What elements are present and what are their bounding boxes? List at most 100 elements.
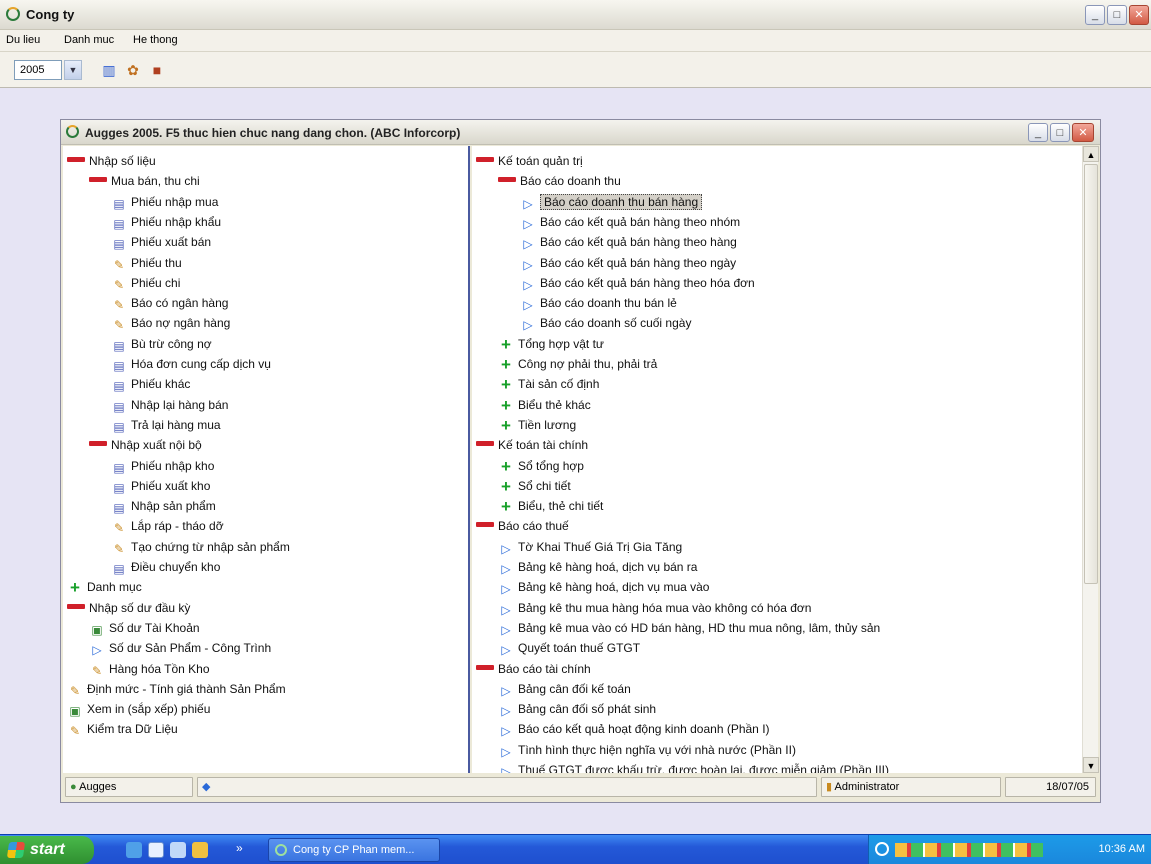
left-tree-node[interactable]: ▤ Phiếu nhập khẩu — [111, 213, 221, 231]
start-button[interactable]: start — [0, 836, 94, 864]
scroll-up-icon[interactable]: ▲ — [1083, 146, 1099, 162]
expand-icon[interactable]: + — [498, 417, 514, 434]
right-tree-node[interactable]: ▷ Thuế GTGT được khấu trừ, được hoàn lại,… — [498, 761, 889, 773]
chevron-down-icon[interactable]: ▼ — [64, 60, 82, 80]
scroll-down-icon[interactable]: ▼ — [1083, 757, 1099, 773]
expand-icon[interactable]: + — [498, 356, 514, 373]
left-tree-node[interactable]: ▤ Bù trừ công nợ — [111, 335, 211, 353]
right-tree-node[interactable]: + Biểu, thẻ chi tiết — [498, 497, 603, 515]
expand-icon[interactable]: + — [67, 579, 83, 596]
expand-icon[interactable]: + — [498, 458, 514, 475]
left-tree-node[interactable]: ▤ Trả lại hàng mua — [111, 416, 220, 434]
left-tree-node[interactable]: ✎ Báo nợ ngân hàng — [111, 314, 230, 332]
collapse-icon[interactable] — [498, 177, 516, 183]
maximize-button[interactable]: □ — [1107, 5, 1127, 25]
child-maximize-button[interactable]: □ — [1050, 123, 1070, 142]
left-tree-node[interactable]: Nhập xuất nội bộ — [89, 436, 202, 454]
right-tree-node[interactable]: ▷ Tình hình thực hiện nghĩa vụ với nhà nư… — [498, 741, 796, 759]
right-tree-node[interactable]: ▷ Báo cáo kết quả bán hàng theo nhóm — [520, 213, 740, 231]
child-minimize-button[interactable]: _ — [1028, 123, 1048, 142]
right-tree-node[interactable]: + Tài sản cố định — [498, 375, 599, 393]
notepad-icon[interactable] — [170, 842, 186, 858]
left-tree-node[interactable]: ▤ Phiếu khác — [111, 375, 190, 393]
vertical-scrollbar[interactable]: ▲ ▼ — [1082, 146, 1099, 773]
collapse-icon[interactable] — [67, 157, 85, 162]
collapse-icon[interactable] — [476, 522, 494, 528]
right-tree-node[interactable]: ▷ Báo cáo kết quả bán hàng theo hàng — [520, 233, 736, 251]
left-tree-node[interactable]: + Danh mục — [67, 578, 142, 596]
left-tree-node[interactable]: ▣ Xem in (sắp xếp) phiếu — [67, 700, 210, 718]
right-tree-node[interactable]: ▷ Bảng cân đối số phát sinh — [498, 700, 656, 718]
left-tree-node[interactable]: ✎ Hàng hóa Tồn Kho — [89, 660, 210, 678]
collapse-icon[interactable] — [476, 441, 494, 447]
left-tree-node[interactable]: ▤ Phiếu nhập kho — [111, 457, 214, 475]
scroll-thumb[interactable] — [1084, 164, 1098, 584]
taskbar-item-cong-ty[interactable]: Cong ty CP Phan mem... — [268, 838, 440, 862]
book-icon[interactable]: ▥ — [100, 62, 118, 78]
left-tree-node[interactable]: ▤ Nhập lại hàng bán — [111, 396, 228, 414]
left-tree-node[interactable]: ✎ Phiếu chi — [111, 274, 180, 292]
right-tree-node[interactable]: + Công nợ phải thu, phải trả — [498, 355, 657, 373]
right-tree-node[interactable]: Kế toán tài chính — [476, 436, 588, 454]
right-tree-node[interactable]: Báo cáo doanh thu — [498, 172, 621, 190]
right-tree-node[interactable]: ▷ Báo cáo kết quả bán hàng theo ngày — [520, 254, 736, 272]
expand-icon[interactable]: + — [498, 478, 514, 495]
left-tree-node[interactable]: ▤ Nhập sản phẩm — [111, 497, 215, 515]
menu-danh-muc[interactable]: Danh muc — [64, 34, 114, 46]
left-tree-node[interactable]: ✎ Phiếu thu — [111, 254, 182, 272]
minimize-button[interactable]: _ — [1085, 5, 1105, 25]
left-tree-node[interactable]: Nhập số dư đầu kỳ — [67, 599, 190, 617]
right-tree-node[interactable]: ▷ Bảng kê hàng hoá, dịch vụ mua vào — [498, 578, 709, 596]
chevron-right-icon[interactable]: » — [236, 841, 243, 855]
left-tree-node[interactable]: ✎ Tạo chứng từ nhập sản phẩm — [111, 538, 290, 556]
right-tree-node[interactable]: ▷ Báo cáo kết quả bán hàng theo hóa đơn — [520, 274, 754, 292]
left-tree-node[interactable]: ✎ Định mức - Tính giá thành Sản Phẩm — [67, 680, 286, 698]
child-close-button[interactable]: ✕ — [1072, 123, 1094, 142]
left-tree-node[interactable]: ▤ Phiếu xuất bán — [111, 233, 211, 251]
left-tree-node[interactable]: ▤ Điều chuyển kho — [111, 558, 220, 576]
right-tree-node[interactable]: ▷ Báo cáo doanh thu bán lẻ — [520, 294, 676, 312]
left-tree-node[interactable]: ▤ Phiếu xuất kho — [111, 477, 210, 495]
right-tree-node[interactable]: ▷ Bảng kê thu mua hàng hóa mua vào không … — [498, 599, 811, 617]
expand-icon[interactable]: + — [498, 397, 514, 414]
folder-icon[interactable] — [192, 842, 208, 858]
right-tree-node[interactable]: ▷ Báo cáo doanh số cuối ngày — [520, 314, 691, 332]
right-tree-node[interactable]: + Tiền lương — [498, 416, 576, 434]
left-tree-node[interactable]: ▤ Phiếu nhập mua — [111, 193, 218, 211]
collapse-icon[interactable] — [476, 664, 494, 670]
right-tree-node[interactable]: ▷ Quyết toán thuế GTGT — [498, 639, 640, 657]
right-tree-node[interactable]: Báo cáo tài chính — [476, 660, 591, 678]
explorer-icon[interactable] — [148, 842, 164, 858]
year-select[interactable]: 2005 — [14, 60, 62, 80]
right-tree-node[interactable]: Kế toán quản trị — [476, 152, 583, 170]
collapse-icon[interactable] — [67, 603, 85, 609]
tray-expand-icon[interactable] — [875, 842, 889, 856]
right-tree-node[interactable]: + Biểu thẻ khác — [498, 396, 591, 414]
left-tree-node[interactable]: Nhập số liệu — [67, 152, 156, 170]
left-tree-node[interactable]: ▷ Số dư Sản Phẩm - Công Trình — [89, 639, 271, 657]
left-tree-node[interactable]: ✎ Báo có ngân hàng — [111, 294, 228, 312]
right-tree-pane[interactable]: Kế toán quản trị Báo cáo doanh thu ▷ Báo cá… — [472, 146, 1082, 773]
right-tree-node[interactable]: ▷ Báo cáo doanh thu bán hàng — [520, 193, 703, 211]
close-button[interactable]: ✕ — [1129, 5, 1149, 25]
left-tree-node[interactable]: ▤ Hóa đơn cung cấp dịch vụ — [111, 355, 271, 373]
expand-icon[interactable]: + — [498, 376, 514, 393]
expand-icon[interactable]: + — [498, 498, 514, 515]
left-tree-node[interactable]: ▣ Số dư Tài Khoản — [89, 619, 199, 637]
collapse-icon[interactable] — [89, 177, 107, 183]
right-tree-node[interactable]: Báo cáo thuế — [476, 517, 569, 535]
right-tree-node[interactable]: + Sổ chi tiết — [498, 477, 571, 495]
expand-icon[interactable]: + — [498, 336, 514, 353]
right-tree-node[interactable]: + Sổ tổng hợp — [498, 457, 584, 475]
collapse-icon[interactable] — [476, 157, 494, 162]
left-tree-node[interactable]: ✎ Lắp ráp - tháo dỡ — [111, 517, 224, 535]
collapse-icon[interactable] — [89, 441, 107, 447]
right-tree-node[interactable]: ▷ Bảng kê mua vào có HD bán hàng, HD thu … — [498, 619, 880, 637]
right-tree-node[interactable]: ▷ Bảng kê hàng hoá, dịch vụ bán ra — [498, 558, 697, 576]
right-tree-node[interactable]: ▷ Tờ Khai Thuế Giá Trị Gia Tăng — [498, 538, 682, 556]
left-tree-node[interactable]: ✎ Kiểm tra Dữ Liệu — [67, 720, 178, 738]
menu-he-thong[interactable]: He thong — [133, 34, 178, 46]
tray-icons[interactable] — [895, 843, 1043, 857]
ie-icon[interactable] — [126, 842, 142, 858]
right-tree-node[interactable]: ▷ Báo cáo kết quả hoạt động kinh doanh (P… — [498, 720, 769, 738]
